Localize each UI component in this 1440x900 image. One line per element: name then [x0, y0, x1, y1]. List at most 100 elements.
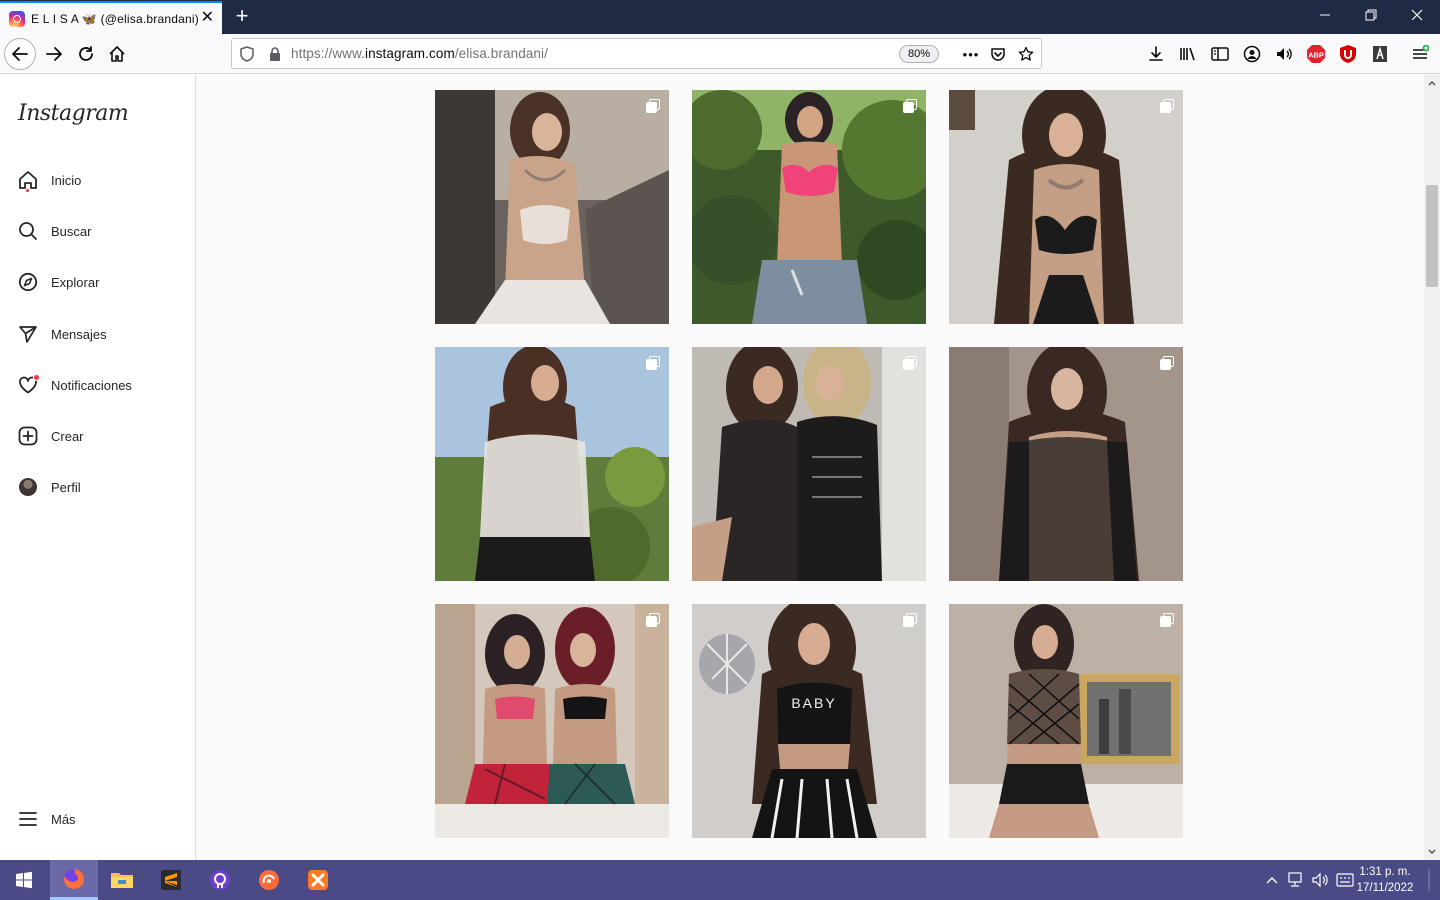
instagram-favicon-icon: [9, 10, 25, 27]
home-icon: [109, 46, 125, 62]
sidebar-item-explorar[interactable]: Explorar: [12, 262, 184, 302]
tray-overflow-chevron-icon[interactable]: [1263, 871, 1281, 889]
page-scrollbar[interactable]: [1424, 75, 1440, 860]
carousel-icon: [646, 99, 660, 113]
volume-icon[interactable]: [1311, 871, 1329, 889]
avatar: [19, 478, 37, 496]
scroll-up-arrow-icon[interactable]: [1424, 75, 1440, 91]
posts-grid: BABY: [435, 90, 1183, 838]
forward-button[interactable]: [38, 38, 70, 70]
system-clock[interactable]: 1:31 p. m. 17/11/2022: [1355, 864, 1415, 896]
post-thumbnail[interactable]: [435, 90, 669, 324]
sidebar-item-label: Notificaciones: [51, 377, 132, 393]
page-actions-button[interactable]: •••: [960, 44, 982, 64]
sidebar-item-label: Perfil: [51, 479, 81, 495]
sublime-text-icon[interactable]: [147, 860, 195, 900]
address-bar[interactable]: https://www.instagram.com/elisa.brandani…: [231, 38, 1042, 69]
post-thumbnail[interactable]: [949, 347, 1183, 581]
post-photo: [692, 347, 926, 581]
new-tab-button[interactable]: +: [230, 4, 254, 28]
keyboard-icon[interactable]: [1336, 871, 1354, 889]
scroll-down-arrow-icon[interactable]: [1424, 844, 1440, 860]
sidebar-item-crear[interactable]: Crear: [12, 416, 184, 456]
account-icon[interactable]: [1241, 43, 1263, 65]
carousel-icon: [1160, 356, 1174, 370]
extension-icon[interactable]: [1369, 43, 1391, 65]
back-button[interactable]: [4, 38, 36, 70]
post-photo: [435, 90, 669, 324]
menu-hamburger-icon[interactable]: [1409, 43, 1431, 65]
sidebar-item-label: Crear: [51, 428, 84, 444]
hamburger-menu-icon: [12, 806, 46, 832]
instagram-logo[interactable]: Instagram: [18, 101, 129, 126]
bookmark-star-icon[interactable]: [1016, 44, 1036, 64]
minimize-button[interactable]: [1302, 0, 1348, 34]
more-menu-button[interactable]: Más: [12, 799, 184, 839]
library-icon[interactable]: [1177, 43, 1199, 65]
speaker-icon[interactable]: [1273, 43, 1295, 65]
compass-icon: [12, 269, 46, 295]
sidebar-item-label: Explorar: [51, 274, 100, 290]
sidebar-item-label: Buscar: [51, 223, 92, 239]
post-photo: [949, 604, 1183, 838]
lock-icon[interactable]: [265, 44, 285, 64]
sidebar-item-label: Inicio: [51, 172, 82, 188]
sidebar-item-notificaciones[interactable]: Notificaciones: [12, 365, 184, 405]
post-thumbnail[interactable]: [692, 347, 926, 581]
clock-time: 1:31 p. m.: [1359, 866, 1411, 878]
post-photo: [692, 90, 926, 324]
home-icon: [12, 167, 46, 193]
zoom-level-badge[interactable]: 80%: [899, 45, 939, 63]
post-photo: [435, 604, 669, 838]
sidebar-item-inicio[interactable]: Inicio: [12, 160, 184, 200]
url-text: https://www.instagram.com/elisa.brandani…: [291, 46, 548, 61]
browser-tab-active[interactable]: E L I S A 🦋 (@elisa.brandani) • ✕: [0, 1, 222, 34]
post-thumbnail[interactable]: [949, 604, 1183, 838]
reload-icon: [79, 46, 93, 61]
restore-button[interactable]: [1348, 0, 1394, 34]
plus-square-icon: [12, 423, 46, 449]
tab-close-button[interactable]: ✕: [201, 9, 214, 27]
profile-posts-area: BABY: [197, 75, 1424, 860]
pocket-icon[interactable]: [988, 44, 1008, 64]
browser-toolbar: https://www.instagram.com/elisa.brandani…: [0, 34, 1440, 74]
sidebar-item-buscar[interactable]: Buscar: [12, 211, 184, 251]
firefox-icon[interactable]: [50, 860, 98, 900]
post-photo: [435, 347, 669, 581]
carousel-icon: [903, 356, 917, 370]
file-explorer-icon[interactable]: [98, 860, 146, 900]
post-thumbnail[interactable]: BABY: [692, 604, 926, 838]
scrollbar-thumb[interactable]: [1426, 185, 1438, 287]
sidebar-item-perfil[interactable]: Perfil: [12, 467, 184, 507]
ublock-origin-icon[interactable]: [1337, 43, 1359, 65]
notification-center-icon[interactable]: [1420, 869, 1440, 891]
post-thumbnail[interactable]: [949, 90, 1183, 324]
carousel-icon: [1160, 99, 1174, 113]
home-button[interactable]: [101, 38, 133, 70]
reload-button[interactable]: [70, 38, 102, 70]
windows-start-icon[interactable]: [0, 860, 48, 900]
search-icon: [12, 218, 46, 244]
adblock-plus-icon[interactable]: ABP: [1305, 43, 1327, 65]
post-thumbnail[interactable]: [435, 347, 669, 581]
sidebar-item-label: Mensajes: [51, 326, 107, 342]
xampp-icon[interactable]: [294, 860, 342, 900]
abp-label: ABP: [1308, 51, 1324, 60]
post-photo: [949, 90, 1183, 324]
carousel-icon: [1160, 613, 1174, 627]
post-thumbnail[interactable]: [435, 604, 669, 838]
send-icon: [12, 321, 46, 347]
network-icon[interactable]: [1287, 871, 1305, 889]
instagram-sidebar: Instagram Inicio Buscar Explorar Mensaje…: [0, 75, 196, 860]
carousel-icon: [903, 99, 917, 113]
post-photo: [949, 347, 1183, 581]
downloads-icon[interactable]: [1145, 43, 1167, 65]
github-desktop-icon[interactable]: [196, 860, 244, 900]
forward-arrow-icon: [46, 47, 62, 61]
tracking-protection-shield-icon[interactable]: [237, 44, 257, 64]
sidebar-toggle-icon[interactable]: [1209, 43, 1231, 65]
post-thumbnail[interactable]: [692, 90, 926, 324]
postman-icon[interactable]: [245, 860, 293, 900]
close-window-button[interactable]: [1394, 0, 1440, 34]
sidebar-item-mensajes[interactable]: Mensajes: [12, 314, 184, 354]
